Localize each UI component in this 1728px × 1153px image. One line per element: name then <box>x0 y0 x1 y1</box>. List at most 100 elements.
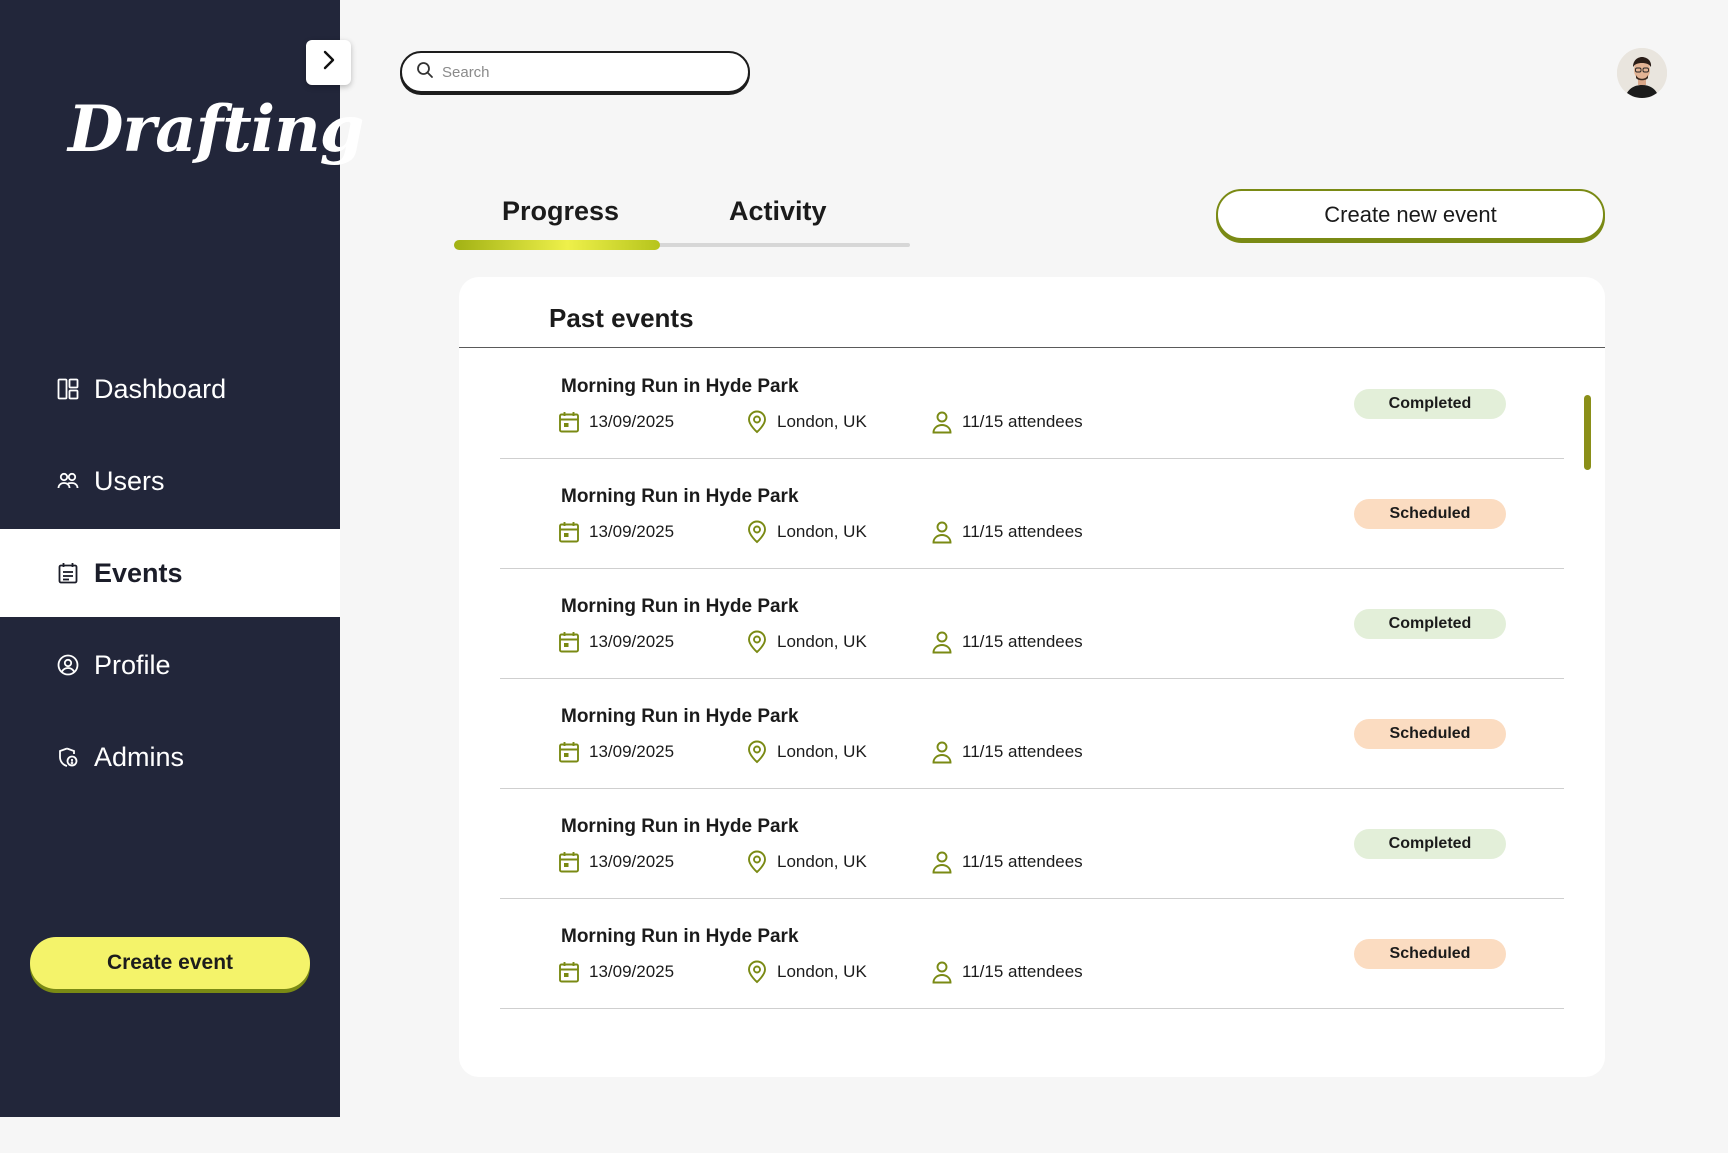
sidebar-item-users[interactable]: Users <box>0 437 340 525</box>
calendar-list-icon <box>56 561 80 585</box>
calendar-icon <box>557 410 581 434</box>
event-date-value: 13/09/2025 <box>589 962 675 981</box>
event-date: 13/09/2025 <box>557 410 674 434</box>
sidebar-item-dashboard[interactable]: Dashboard <box>0 345 340 433</box>
create-new-event-button[interactable]: Create new event <box>1216 189 1605 240</box>
event-title: Morning Run in Hyde Park <box>561 486 799 507</box>
users-icon <box>56 469 80 493</box>
event-title: Morning Run in Hyde Park <box>561 376 799 397</box>
location-pin-icon <box>745 960 769 984</box>
past-events-card: Past events Morning Run in Hyde Park 13/… <box>459 277 1605 1077</box>
sidebar-item-label: Events <box>94 557 183 588</box>
event-location: London, UK <box>745 850 867 874</box>
event-attendees-value: 11/15 attendees <box>962 412 1083 431</box>
event-date: 13/09/2025 <box>557 740 674 764</box>
create-event-button[interactable]: Create event <box>30 937 310 989</box>
event-row[interactable]: Morning Run in Hyde Park 13/09/2025 Lond… <box>500 899 1564 1009</box>
location-pin-icon <box>745 410 769 434</box>
person-icon <box>930 520 954 544</box>
event-attendees: 11/15 attendees <box>930 740 1083 764</box>
event-row[interactable]: Morning Run in Hyde Park 13/09/2025 Lond… <box>500 349 1564 459</box>
event-title: Morning Run in Hyde Park <box>561 816 799 837</box>
event-location-value: London, UK <box>777 742 867 761</box>
event-attendees-value: 11/15 attendees <box>962 632 1083 651</box>
chevron-right-icon <box>320 49 338 76</box>
event-date-value: 13/09/2025 <box>589 412 675 431</box>
dashboard-icon <box>56 377 80 401</box>
event-attendees-value: 11/15 attendees <box>962 962 1083 981</box>
person-icon <box>930 850 954 874</box>
divider <box>459 347 1605 348</box>
calendar-icon <box>557 740 581 764</box>
avatar[interactable] <box>1617 48 1667 98</box>
sidebar-item-label: Admins <box>94 741 185 772</box>
event-date: 13/09/2025 <box>557 630 674 654</box>
event-location: London, UK <box>745 410 867 434</box>
active-tab-indicator <box>454 240 660 250</box>
sidebar-item-label: Profile <box>94 649 171 680</box>
event-attendees: 11/15 attendees <box>930 960 1083 984</box>
sidebar-item-admins[interactable]: Admins <box>0 713 340 801</box>
tab-activity[interactable]: Activity <box>729 196 827 227</box>
scrollbar[interactable] <box>1584 395 1591 470</box>
event-row[interactable]: Morning Run in Hyde Park 13/09/2025 Lond… <box>500 679 1564 789</box>
event-location: London, UK <box>745 520 867 544</box>
sidebar-collapse-button[interactable] <box>306 40 351 85</box>
event-attendees: 11/15 attendees <box>930 630 1083 654</box>
event-date: 13/09/2025 <box>557 850 674 874</box>
event-location-value: London, UK <box>777 852 867 871</box>
calendar-icon <box>557 520 581 544</box>
event-title: Morning Run in Hyde Park <box>561 596 799 617</box>
tab-progress[interactable]: Progress <box>502 196 619 227</box>
location-pin-icon <box>745 520 769 544</box>
location-pin-icon <box>745 850 769 874</box>
event-row[interactable]: Morning Run in Hyde Park 13/09/2025 Lond… <box>500 789 1564 899</box>
calendar-icon <box>557 630 581 654</box>
event-attendees: 11/15 attendees <box>930 520 1083 544</box>
tabs: Progress Activity <box>454 190 910 250</box>
location-pin-icon <box>745 630 769 654</box>
event-date-value: 13/09/2025 <box>589 742 675 761</box>
event-date: 13/09/2025 <box>557 960 674 984</box>
event-date-value: 13/09/2025 <box>589 522 675 541</box>
admin-shield-icon <box>56 745 80 769</box>
event-location-value: London, UK <box>777 962 867 981</box>
event-attendees-value: 11/15 attendees <box>962 742 1083 761</box>
search-input[interactable] <box>442 63 722 81</box>
sidebar-nav: Dashboard Users Events Profile Admins <box>0 345 340 805</box>
event-attendees-value: 11/15 attendees <box>962 852 1083 871</box>
event-location-value: London, UK <box>777 522 867 541</box>
event-attendees-value: 11/15 attendees <box>962 522 1083 541</box>
status-badge: Scheduled <box>1354 939 1506 969</box>
person-icon <box>930 740 954 764</box>
sidebar-item-label: Dashboard <box>94 373 227 404</box>
status-badge: Completed <box>1354 829 1506 859</box>
event-location-value: London, UK <box>777 632 867 651</box>
sidebar-item-label: Users <box>94 465 165 496</box>
status-badge: Completed <box>1354 389 1506 419</box>
app-logo[interactable]: Drafting <box>68 92 364 167</box>
event-date-value: 13/09/2025 <box>589 852 675 871</box>
event-date-value: 13/09/2025 <box>589 632 675 651</box>
event-location: London, UK <box>745 960 867 984</box>
status-badge: Scheduled <box>1354 719 1506 749</box>
event-attendees: 11/15 attendees <box>930 850 1083 874</box>
search-bar <box>400 51 750 93</box>
calendar-icon <box>557 850 581 874</box>
location-pin-icon <box>745 740 769 764</box>
event-date: 13/09/2025 <box>557 520 674 544</box>
event-location: London, UK <box>745 630 867 654</box>
status-badge: Completed <box>1354 609 1506 639</box>
person-icon <box>930 410 954 434</box>
search-icon <box>416 61 434 84</box>
event-row[interactable]: Morning Run in Hyde Park 13/09/2025 Lond… <box>500 569 1564 679</box>
event-title: Morning Run in Hyde Park <box>561 706 799 727</box>
status-badge: Scheduled <box>1354 499 1506 529</box>
event-row[interactable]: Morning Run in Hyde Park 13/09/2025 Lond… <box>500 459 1564 569</box>
event-location: London, UK <box>745 740 867 764</box>
sidebar-item-profile[interactable]: Profile <box>0 621 340 709</box>
person-icon <box>930 960 954 984</box>
sidebar: Drafting Dashboard Users Events Profile <box>0 0 364 1117</box>
event-title: Morning Run in Hyde Park <box>561 926 799 947</box>
sidebar-item-events[interactable]: Events <box>0 529 340 617</box>
